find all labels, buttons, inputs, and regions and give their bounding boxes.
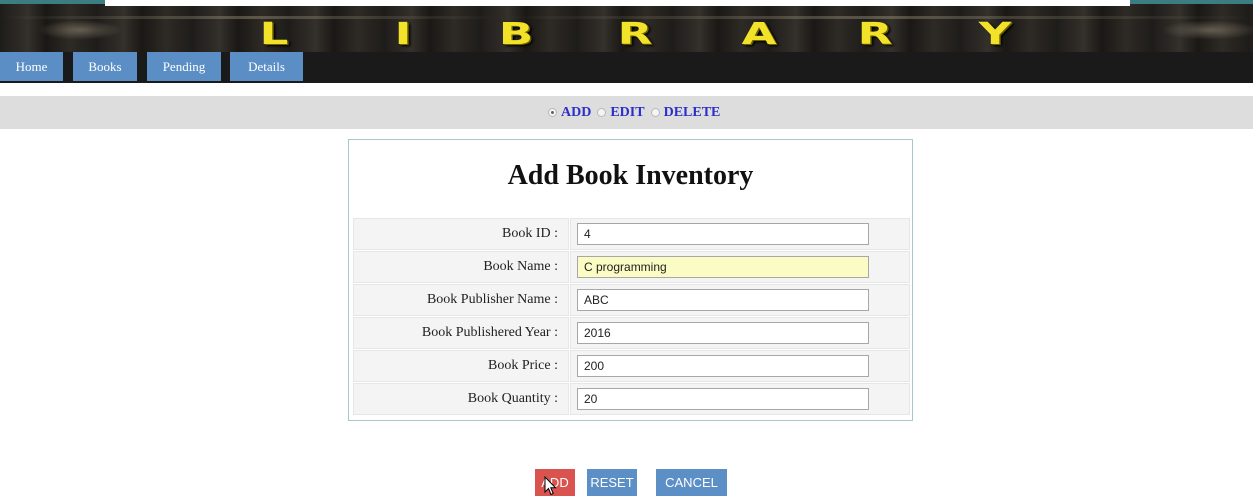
published-year-label: Book Publishered Year : — [353, 317, 569, 349]
form-row-book-id: Book ID : — [353, 218, 910, 250]
library-banner: L I B R A R Y — [0, 0, 1253, 52]
nav-home[interactable]: Home — [0, 52, 63, 81]
mode-selector-bar: ADD EDIT DELETE — [0, 96, 1253, 129]
radio-add-label[interactable]: ADD — [561, 96, 591, 129]
form-row-publisher: Book Publisher Name : — [353, 284, 910, 316]
nav-books[interactable]: Books — [73, 52, 137, 81]
book-name-label: Book Name : — [353, 251, 569, 283]
book-price-cell — [570, 350, 910, 382]
panel-title: Add Book Inventory — [507, 160, 754, 191]
banner-letter: L — [259, 17, 289, 52]
form-row-price: Book Price : — [353, 350, 910, 382]
form-row-book-name: Book Name : — [353, 251, 910, 283]
banner-letter: I — [394, 17, 412, 52]
book-price-input[interactable] — [577, 355, 869, 377]
radio-add[interactable]: ADD — [548, 96, 591, 129]
publisher-name-cell — [570, 284, 910, 316]
add-book-panel: Add Book Inventory Book ID : Book Name :… — [348, 139, 913, 421]
book-quantity-label: Book Quantity : — [353, 383, 569, 415]
published-year-cell — [570, 317, 910, 349]
add-button[interactable]: ADD — [535, 469, 575, 496]
book-id-input[interactable] — [577, 223, 869, 245]
book-price-label: Book Price : — [353, 350, 569, 382]
book-name-input[interactable] — [577, 256, 869, 278]
book-quantity-input[interactable] — [577, 388, 869, 410]
published-year-input[interactable] — [577, 322, 869, 344]
mode-radio-group: ADD EDIT DELETE — [548, 96, 726, 129]
banner-top-strip-inner — [105, 0, 1130, 6]
radio-button[interactable] — [597, 108, 607, 117]
book-form-table: Book ID : Book Name : Book Publisher Nam… — [353, 218, 910, 416]
book-quantity-cell — [570, 383, 910, 415]
banner-letter: R — [857, 17, 893, 52]
radio-delete-label[interactable]: DELETE — [664, 96, 721, 129]
reset-button[interactable]: RESET — [587, 469, 637, 496]
nav-pending[interactable]: Pending — [147, 52, 221, 81]
banner-letter: R — [617, 17, 653, 52]
banner-letter: B — [498, 17, 534, 52]
cancel-button[interactable]: CANCEL — [656, 469, 727, 496]
book-id-label: Book ID : — [353, 218, 569, 250]
nav-details[interactable]: Details — [230, 52, 303, 81]
publisher-name-label: Book Publisher Name : — [353, 284, 569, 316]
radio-button-checked[interactable] — [548, 108, 557, 117]
banner-letter: A — [741, 17, 777, 52]
book-id-cell — [570, 218, 910, 250]
radio-delete[interactable]: DELETE — [650, 96, 721, 129]
publisher-name-input[interactable] — [577, 289, 869, 311]
banner-letter: Y — [978, 17, 1012, 52]
radio-edit[interactable]: EDIT — [597, 96, 645, 129]
radio-edit-label[interactable]: EDIT — [610, 96, 644, 129]
book-name-cell — [570, 251, 910, 283]
form-row-quantity: Book Quantity : — [353, 383, 910, 415]
main-nav: Home Books Pending Details — [0, 52, 1253, 83]
radio-button[interactable] — [650, 108, 660, 117]
form-row-year: Book Publishered Year : — [353, 317, 910, 349]
